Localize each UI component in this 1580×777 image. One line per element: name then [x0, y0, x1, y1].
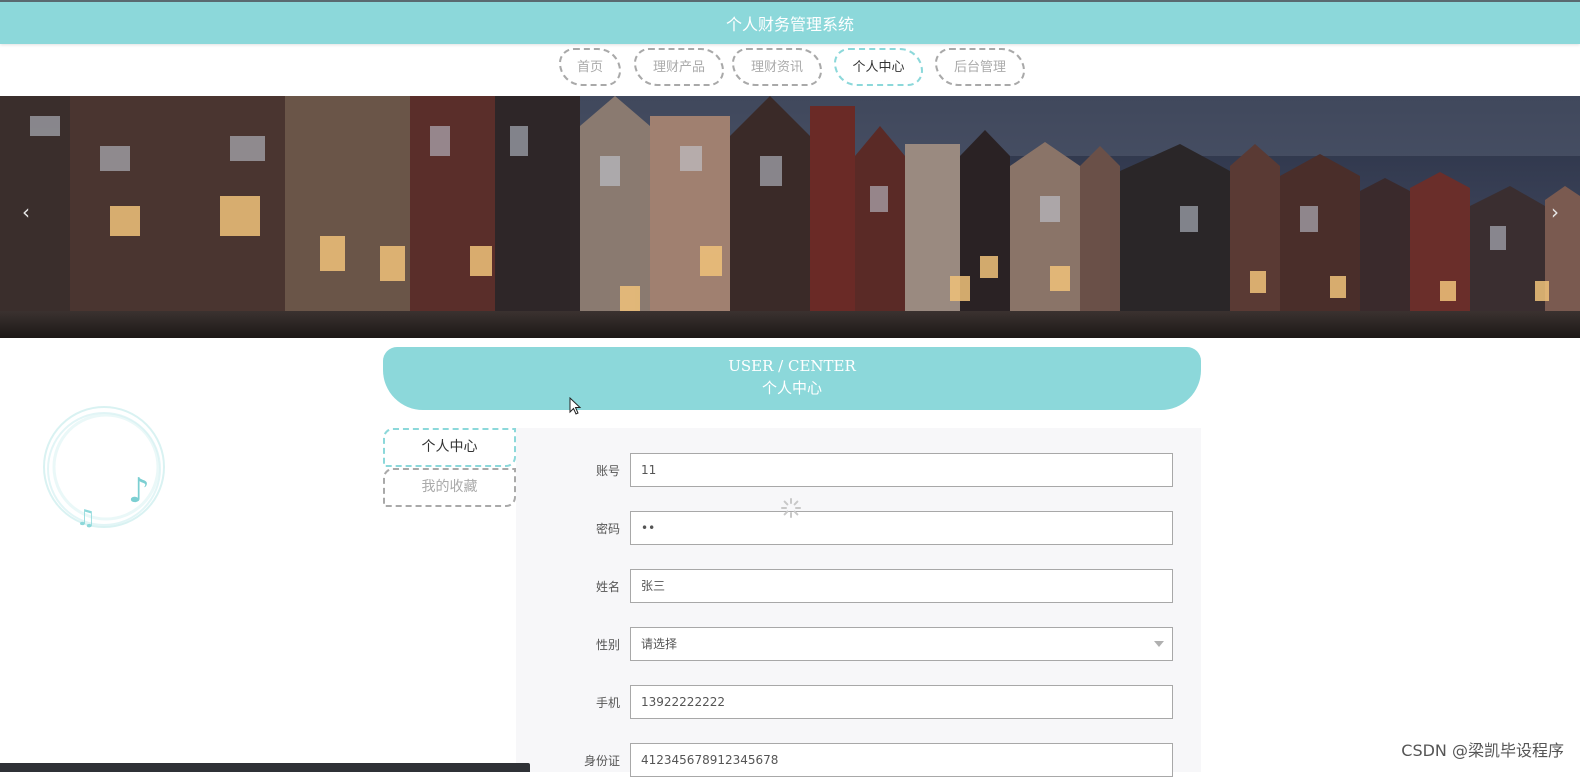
form-row-phone: 手机 13922222222	[516, 685, 1201, 719]
top-header-bar: 个人财务管理系统	[0, 0, 1580, 44]
form-row-name: 姓名 张三	[516, 569, 1201, 603]
account-input[interactable]: 11	[630, 453, 1173, 487]
gender-label: 性别	[595, 638, 620, 652]
music-note-icon: ♪ ♫	[43, 406, 165, 531]
account-label: 账号	[595, 464, 620, 478]
gender-select[interactable]: 请选择	[630, 627, 1173, 661]
profile-form: 账号 11 密码 •• 姓名 张三 性别 请选择 手机 13922222222 …	[516, 428, 1201, 777]
loading-spinner-icon	[781, 498, 801, 518]
banner-carousel: ‹ ›	[0, 96, 1580, 338]
nav-item-home[interactable]: 首页	[559, 48, 621, 86]
password-label: 密码	[595, 522, 620, 536]
mouse-cursor-icon	[569, 397, 582, 415]
nav-item-products[interactable]: 理财产品	[634, 48, 724, 86]
gender-select-value: 请选择	[641, 637, 678, 651]
nav-item-admin[interactable]: 后台管理	[935, 48, 1025, 86]
phone-input[interactable]: 13922222222	[630, 685, 1173, 719]
form-row-password: 密码 ••	[516, 511, 1201, 545]
sidebar-tab-favorites[interactable]: 我的收藏	[383, 468, 516, 507]
form-row-account: 账号 11	[516, 453, 1201, 487]
chevron-left-icon[interactable]: ‹	[16, 200, 36, 224]
svg-text:♫: ♫	[76, 506, 96, 531]
phone-label: 手机	[595, 696, 620, 710]
form-row-gender: 性别 请选择	[516, 627, 1201, 661]
sidebar-tab-user-center[interactable]: 个人中心	[383, 428, 516, 467]
id-card-label: 身份证	[583, 754, 620, 768]
banner-image	[0, 96, 1580, 338]
chevron-down-icon	[1154, 641, 1164, 647]
section-title-zh: 个人中心	[761, 379, 822, 397]
main-nav: 首页 理财产品 理财资讯 个人中心 后台管理	[0, 48, 1580, 88]
nav-item-news[interactable]: 理财资讯	[732, 48, 822, 86]
chevron-right-icon[interactable]: ›	[1545, 200, 1565, 224]
nav-item-user-center[interactable]: 个人中心	[834, 48, 923, 86]
password-input[interactable]: ••	[630, 511, 1173, 545]
section-title-en: USER / CENTER	[728, 357, 856, 375]
site-title: 个人财务管理系统	[725, 15, 854, 34]
watermark: CSDN @梁凯毕设程序	[1401, 741, 1564, 760]
section-header: USER / CENTER 个人中心	[383, 347, 1201, 410]
svg-text:♪: ♪	[128, 471, 150, 511]
browser-status-bar	[0, 763, 530, 772]
name-label: 姓名	[595, 580, 620, 594]
name-input[interactable]: 张三	[630, 569, 1173, 603]
